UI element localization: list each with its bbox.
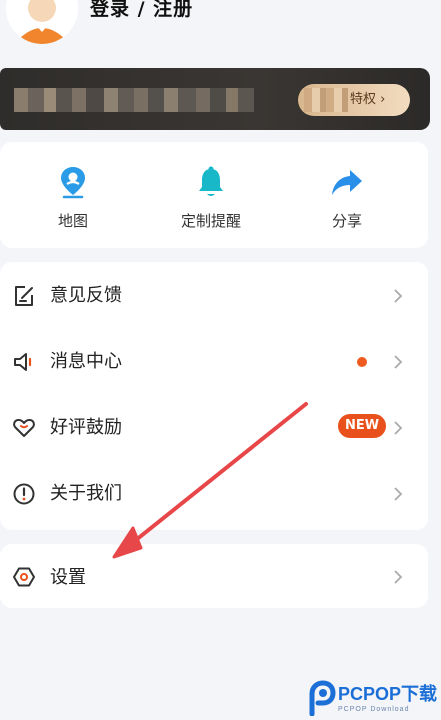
vip-banner[interactable]: 特权 › [0, 68, 430, 130]
watermark-brand: PCPOP [338, 684, 402, 704]
quick-action-reminder[interactable]: 定制提醒 [156, 162, 266, 231]
settings-hex-icon [12, 565, 36, 589]
menu-item-about[interactable]: 关于我们 [0, 460, 428, 526]
pcpop-logo-icon [306, 680, 336, 717]
quick-action-share[interactable]: 分享 [292, 162, 402, 231]
unread-dot [357, 357, 367, 367]
menu-list: 意见反馈 消息中心 好评鼓励 NEW 关于我们 [0, 262, 428, 530]
menu-item-label: 意见反馈 [50, 285, 122, 306]
new-badge: NEW [338, 414, 386, 438]
menu-item-label: 消息中心 [50, 351, 122, 372]
heart-icon [12, 416, 36, 440]
login-register-link[interactable]: 登录 / 注册 [90, 0, 193, 21]
menu-item-label: 关于我们 [50, 483, 122, 504]
profile-header: 登录 / 注册 [0, 0, 441, 62]
menu-item-settings[interactable]: 设置 [0, 544, 428, 608]
watermark-subtitle: PCPOP Download [338, 706, 410, 713]
avatar[interactable] [6, 0, 78, 44]
vip-privilege-button[interactable]: 特权 › [298, 84, 410, 116]
blurred-banner-text [14, 88, 254, 112]
share-arrow-icon [292, 162, 402, 202]
chevron-right-icon [393, 288, 403, 307]
chevron-right-icon [393, 354, 403, 373]
quick-action-label: 地图 [57, 212, 88, 230]
menu-item-feedback[interactable]: 意见反馈 [0, 262, 428, 328]
settings-card: 设置 [0, 544, 428, 608]
quick-actions-card: 地图 定制提醒 分享 [0, 142, 428, 248]
chevron-right-icon [393, 486, 403, 505]
blurred-button-text [304, 88, 348, 112]
feedback-edit-icon [12, 284, 36, 308]
menu-item-label: 好评鼓励 [50, 417, 122, 438]
quick-action-map[interactable]: 地图 [18, 162, 128, 231]
menu-item-messages[interactable]: 消息中心 [0, 328, 428, 394]
info-icon [12, 482, 36, 506]
quick-action-label: 分享 [331, 212, 362, 230]
menu-item-rate[interactable]: 好评鼓励 NEW [0, 394, 428, 460]
bell-icon [156, 162, 266, 202]
watermark-suffix: 下载 [401, 684, 438, 704]
menu-item-label: 设置 [50, 567, 86, 588]
chevron-right-icon [393, 420, 403, 439]
site-watermark: PCPOP下载 PCPOP Download [300, 676, 441, 720]
map-pin-icon [18, 162, 128, 202]
chevron-right-icon [393, 569, 403, 588]
speaker-icon [12, 350, 36, 374]
quick-action-label: 定制提醒 [180, 212, 241, 230]
